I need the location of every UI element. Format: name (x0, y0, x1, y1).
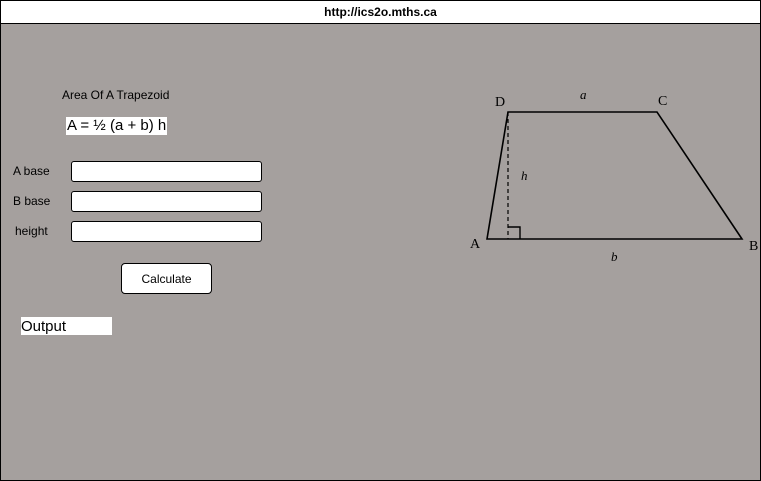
vertex-c-label: C (658, 94, 667, 109)
browser-window: http://ics2o.mths.ca Area Of A Trapezoid… (0, 0, 761, 481)
vertex-b-label: B (749, 239, 758, 254)
side-b-label: b (611, 249, 618, 264)
side-a-label: a (580, 87, 587, 102)
trapezoid-diagram: D C A B a b h (470, 87, 758, 264)
right-angle-marker (508, 226, 521, 239)
height-h-label: h (521, 168, 528, 183)
vertex-a-label: A (470, 237, 481, 252)
vertex-d-label: D (495, 95, 505, 110)
